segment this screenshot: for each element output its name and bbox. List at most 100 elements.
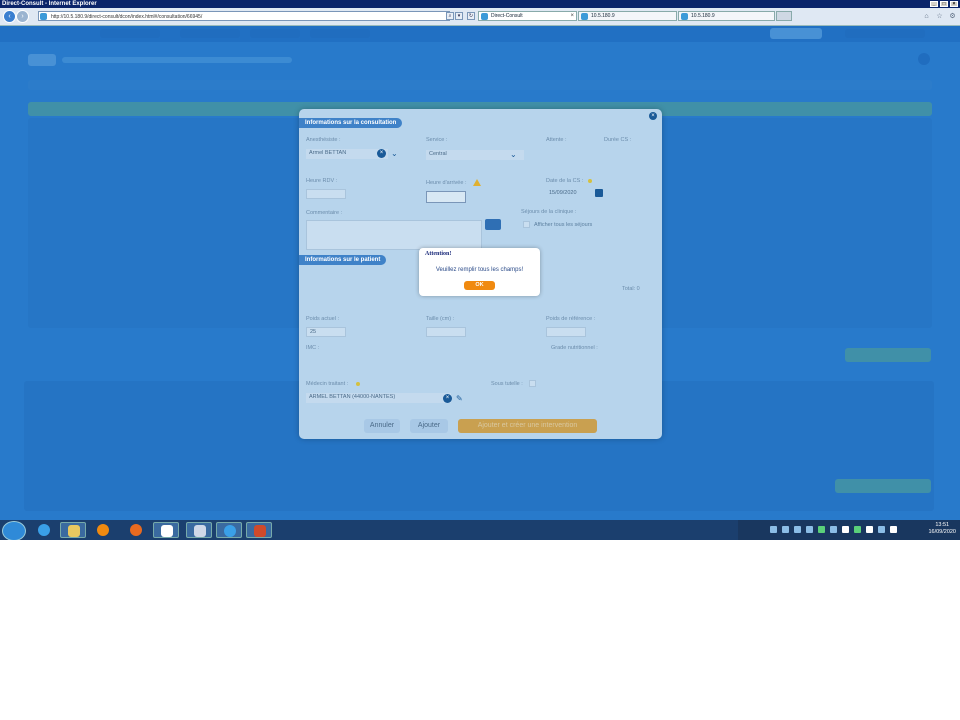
tab-label: 10.5.180.9 <box>591 13 615 19</box>
firefox-icon <box>130 524 142 536</box>
back-button[interactable]: ‹ <box>3 10 16 23</box>
sous-tutelle-label: Sous tutelle : <box>491 381 523 387</box>
clear-medecin-icon[interactable]: × <box>443 394 452 403</box>
new-tab-button[interactable] <box>776 11 792 21</box>
anesthesiste-label: Anesthésiste : <box>306 137 341 143</box>
internet-explorer-icon <box>224 525 236 537</box>
commentaire-label: Commentaire : <box>306 210 343 216</box>
heure-rdv-input[interactable] <box>306 189 346 199</box>
date-cs-label: Date de la CS : <box>546 178 584 184</box>
address-bar[interactable]: http://10.5.180.9/direct-consult/dcon/in… <box>38 11 450 21</box>
tray-icon[interactable] <box>770 526 777 533</box>
taille-input[interactable] <box>426 327 466 337</box>
page-favicon-icon <box>40 13 47 20</box>
modal-close-icon[interactable]: × <box>649 112 657 120</box>
taskbar-app-powerpoint[interactable] <box>246 522 272 538</box>
taille-label: Taille (cm) : <box>426 316 455 322</box>
afficher-sejours-checkbox[interactable] <box>523 221 530 228</box>
action-center-icon[interactable] <box>890 526 897 533</box>
taskbar-app-media[interactable] <box>90 522 116 538</box>
browser-tab[interactable]: Direct-Consult × <box>478 11 577 21</box>
anesthesiste-select[interactable]: Armel BETTAN <box>306 149 388 159</box>
tray-icon[interactable] <box>806 526 813 533</box>
sous-tutelle-checkbox[interactable] <box>529 380 536 387</box>
grade-nutritionnel-label: Grade nutritionnel : <box>551 345 598 351</box>
bluetooth-icon[interactable] <box>842 526 849 533</box>
tab-close-icon[interactable]: × <box>570 12 574 21</box>
heure-arrivee-label: Heure d'arrivée : <box>426 180 467 186</box>
favorites-star-icon[interactable]: ☆ <box>935 12 944 21</box>
ajouter-creer-intervention-button[interactable]: Ajouter et créer une intervention <box>458 419 597 433</box>
browser-tab[interactable]: 10.5.180.9 <box>578 11 677 21</box>
chevron-down-icon[interactable]: ⌄ <box>391 149 398 158</box>
anesthesiste-value: Armel BETTAN <box>309 150 347 156</box>
heure-rdv-label: Heure RDV : <box>306 178 338 184</box>
tray-icon[interactable] <box>854 526 861 533</box>
alert-dialog: Attention! Veuillez remplir tous les cha… <box>419 248 540 296</box>
chevron-down-icon[interactable]: ⌄ <box>510 150 517 159</box>
poids-actuel-input[interactable]: 25 <box>306 327 346 337</box>
tab-favicon-icon <box>581 13 588 20</box>
clock-time: 13:51 <box>935 522 950 528</box>
calendar-icon[interactable] <box>595 189 603 197</box>
network-icon[interactable] <box>818 526 825 533</box>
date-cs-value: 15/09/2020 <box>549 190 577 196</box>
edit-pencil-icon[interactable]: ✎ <box>456 394 463 403</box>
home-icon[interactable]: ⌂ <box>922 12 931 21</box>
taskbar-app-ie[interactable] <box>31 522 57 538</box>
presentation-icon <box>254 525 266 537</box>
search-icon[interactable]: ⌕ <box>446 12 454 20</box>
ajouter-button[interactable]: Ajouter <box>410 419 448 433</box>
keyboard-icon[interactable] <box>485 219 501 230</box>
dropdown-icon[interactable]: ▾ <box>455 12 463 20</box>
tray-icon[interactable] <box>830 526 837 533</box>
users-icon <box>194 525 206 537</box>
tray-icon[interactable] <box>782 526 789 533</box>
medecin-traitant-label: Médecin traitant : <box>306 381 349 387</box>
sejours-label: Séjours de la clinique : <box>521 209 577 215</box>
window-titlebar: Direct-Consult - Internet Explorer _ □ × <box>0 0 960 8</box>
start-button[interactable] <box>2 521 26 540</box>
settings-gear-icon[interactable]: ⚙ <box>948 12 957 21</box>
refresh-icon[interactable]: ↻ <box>467 12 475 20</box>
tab-favicon-icon <box>481 13 488 20</box>
media-player-icon <box>97 524 109 536</box>
close-window-button[interactable]: × <box>950 1 958 7</box>
clock-date: 16/09/2020 <box>928 529 956 535</box>
ok-button[interactable]: OK <box>464 281 495 290</box>
tray-icon[interactable] <box>866 526 873 533</box>
tab-favicon-icon <box>681 13 688 20</box>
folder-icon <box>68 525 80 537</box>
warning-icon <box>473 179 481 186</box>
volume-icon[interactable] <box>878 526 885 533</box>
date-cs-input[interactable]: 15/09/2020 <box>546 189 591 199</box>
service-value: Central <box>429 151 447 157</box>
minimize-button[interactable]: _ <box>930 1 938 7</box>
consultation-section-title: Informations sur la consultation <box>299 118 403 128</box>
taskbar-app-window[interactable] <box>153 522 179 538</box>
maximize-button[interactable]: □ <box>940 1 948 7</box>
taskbar-clock[interactable]: 13:51 16/09/2020 <box>928 522 956 536</box>
system-tray: 13:51 16/09/2020 <box>738 520 960 540</box>
commentaire-textarea[interactable] <box>306 220 482 250</box>
clear-anesthesiste-icon[interactable]: × <box>377 149 386 158</box>
required-dot-icon <box>356 382 360 386</box>
tray-icon[interactable] <box>794 526 801 533</box>
taskbar-app-ie-active[interactable] <box>216 522 242 538</box>
internet-explorer-icon <box>38 524 50 536</box>
taskbar-app-explorer[interactable] <box>60 522 86 538</box>
forward-button[interactable]: › <box>16 10 29 23</box>
required-dot-icon <box>588 179 592 183</box>
poids-actuel-value: 25 <box>310 329 317 335</box>
medecin-traitant-select[interactable]: ARMEL BETTAN (44000-NANTES) <box>306 393 451 403</box>
application-window-icon <box>161 525 173 537</box>
heure-arrivee-input[interactable] <box>426 191 466 203</box>
taskbar-app-firefox[interactable] <box>123 522 149 538</box>
attente-label: Attente : <box>546 137 567 143</box>
browser-tab[interactable]: 10.5.180.9 <box>678 11 775 21</box>
taskbar-app-users[interactable] <box>186 522 212 538</box>
poids-reference-input[interactable] <box>546 327 586 337</box>
patient-section-title: Informations sur le patient <box>299 255 387 265</box>
poids-actuel-label: Poids actuel : <box>306 316 340 322</box>
annuler-button[interactable]: Annuler <box>364 419 400 433</box>
